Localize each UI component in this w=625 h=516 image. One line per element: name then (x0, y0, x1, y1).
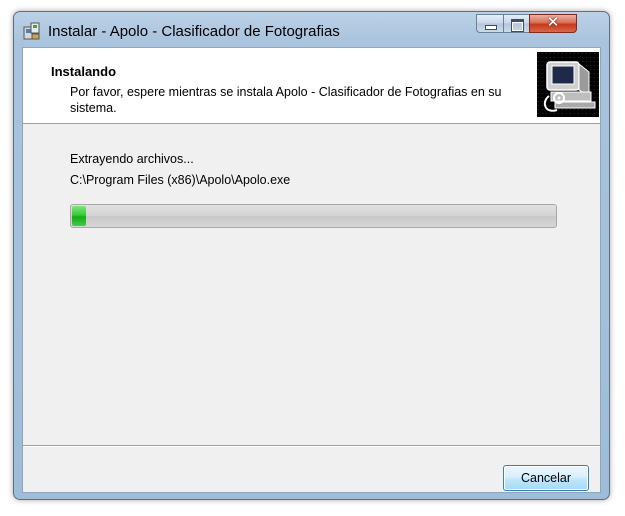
minimize-button[interactable] (476, 14, 504, 33)
installer-window: Instalar - Apolo - Clasificador de Fotog… (13, 11, 610, 500)
footer-divider (23, 445, 600, 447)
title-bar[interactable]: Instalar - Apolo - Clasificador de Fotog… (14, 12, 609, 46)
progress-bar (70, 204, 557, 228)
page-description: Por favor, espere mientras se instala Ap… (70, 85, 502, 115)
computer-install-icon (537, 52, 599, 117)
close-icon: ✕ (546, 13, 560, 31)
status-text: Extrayendo archivos... (70, 152, 194, 166)
wizard-header: Instalando Por favor, espere mientras se… (23, 48, 600, 124)
progress-fill (72, 206, 86, 226)
cancel-button[interactable]: Cancelar (503, 465, 589, 491)
maximize-icon (511, 19, 524, 32)
installer-icon (23, 22, 40, 40)
window-title: Instalar - Apolo - Clasificador de Fotog… (48, 23, 340, 40)
wizard-page: Instalando Por favor, espere mientras se… (22, 47, 601, 493)
minimize-icon (485, 25, 497, 30)
page-title: Instalando (51, 64, 117, 79)
maximize-button[interactable] (503, 14, 530, 33)
close-button[interactable]: ✕ (529, 13, 577, 33)
current-file-path: C:\Program Files (x86)\Apolo\Apolo.exe (70, 173, 291, 187)
